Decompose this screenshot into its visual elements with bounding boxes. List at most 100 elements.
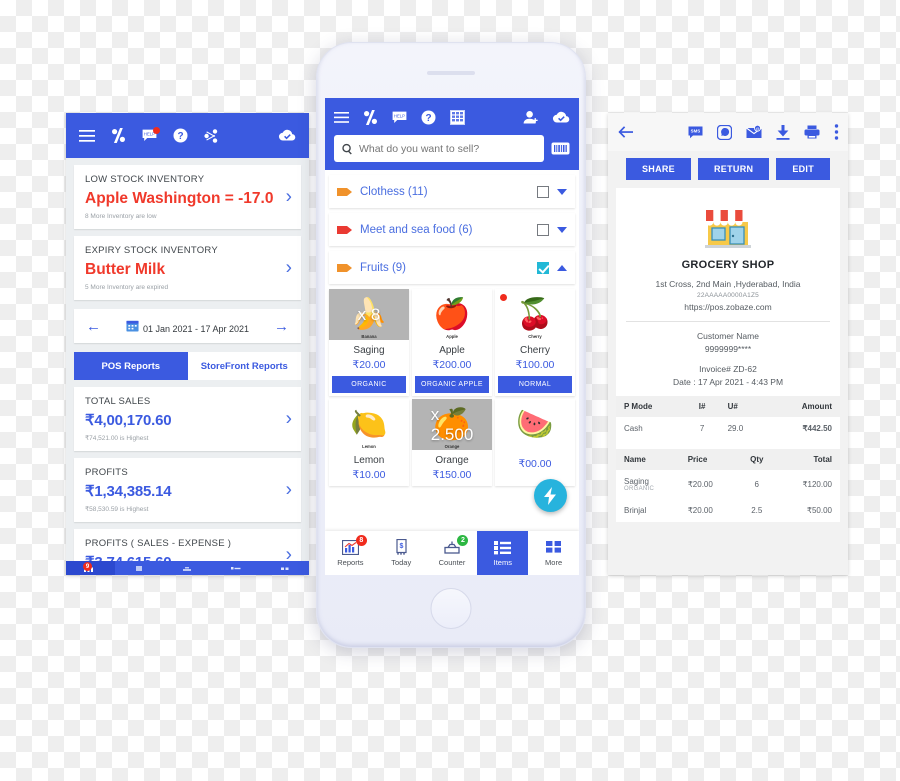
product-card[interactable]: 🍎 Apple Apple ₹200.00 ORGANIC APPLE	[412, 289, 492, 396]
center-phone-device: HELP ? What do you want to sell? Clothes…	[316, 42, 586, 648]
whatsapp-icon[interactable]	[717, 124, 732, 140]
product-image-caption: Banana	[361, 334, 377, 339]
back-arrow-icon[interactable]	[617, 125, 634, 139]
next-period-icon[interactable]: →	[274, 318, 289, 335]
barcode-icon[interactable]	[551, 141, 570, 156]
total-sales-card[interactable]: TOTAL SALES ₹4,00,170.60 ₹74,521.00 is H…	[74, 387, 301, 451]
item-name-cell: Saging ORGANIC	[616, 470, 680, 499]
percent-icon[interactable]	[111, 128, 126, 143]
category-name: Clothess (11)	[360, 185, 428, 198]
calendar-icon	[126, 320, 139, 332]
left-nav-more[interactable]	[260, 565, 309, 572]
invoice-number: Invoice# ZD-62	[699, 364, 757, 374]
nav-item-today[interactable]: $ Today	[376, 531, 427, 575]
product-card[interactable]: 🍒 Cherry Cherry ₹100.00 NORMAL	[495, 289, 575, 396]
nav-label: Counter	[438, 557, 466, 567]
help-chat-icon[interactable]: HELP	[392, 111, 407, 124]
customer-name: Customer Name	[697, 331, 759, 341]
nav-item-reports[interactable]: Reports 8	[325, 531, 376, 575]
cloud-check-icon[interactable]	[552, 111, 570, 124]
product-variant-button[interactable]: ORGANIC APPLE	[415, 376, 489, 393]
expiry-stock-sub: 5 More Inventory are expired	[85, 284, 169, 291]
shop-gstin: 22AAAAA0000A1Z5	[697, 292, 759, 299]
category-checkbox[interactable]	[537, 185, 549, 198]
category-row-fruits[interactable]: Fruits (9)	[329, 251, 575, 284]
category-row-meat-seafood[interactable]: Meet and sea food (6)	[329, 213, 575, 246]
product-card[interactable]: 🍌 x 8 Banana Saging ₹20.00 ORGANIC	[329, 289, 409, 396]
notification-dot	[153, 127, 160, 134]
chevron-right-icon: ›	[285, 479, 292, 501]
date-range-selector[interactable]: ← 01 Jan 2021 - 17 Apr 2021 →	[74, 309, 301, 343]
table-header-row: Name Price Qty Total	[616, 449, 840, 470]
category-checkbox[interactable]	[537, 223, 549, 236]
cloud-check-icon[interactable]	[278, 129, 296, 142]
product-card[interactable]: 🍉 ₹00.00	[495, 399, 575, 486]
left-nav-today[interactable]	[115, 565, 164, 572]
tag-icon	[337, 225, 352, 234]
product-image: 🍒 Cherry	[495, 289, 575, 340]
product-variant-button[interactable]: NORMAL	[498, 376, 572, 393]
table-header-row: P Mode I# U# Amount	[616, 396, 840, 417]
product-card[interactable]: 🍊 x 2.500 Orange Orange ₹150.00	[412, 399, 492, 486]
left-nav-reports[interactable]: 9	[66, 561, 115, 575]
chevron-right-icon: ›	[285, 186, 292, 208]
chevron-down-icon[interactable]	[557, 188, 567, 195]
left-nav-items[interactable]	[212, 565, 261, 572]
nav-item-counter[interactable]: Counter 2	[427, 531, 478, 575]
profits-sales-expense-label: PROFITS ( SALES - EXPENSE )	[85, 538, 232, 549]
previous-period-icon[interactable]: ←	[86, 318, 101, 335]
tab-pos-reports[interactable]: POS Reports	[74, 352, 188, 380]
nav-item-items[interactable]: Items	[477, 531, 529, 575]
low-stock-card[interactable]: LOW STOCK INVENTORY Apple Washington = -…	[74, 165, 301, 229]
phone-home-button[interactable]	[430, 588, 472, 629]
search-box[interactable]	[334, 135, 544, 162]
quick-sale-fab[interactable]	[534, 479, 567, 512]
download-icon[interactable]	[776, 124, 790, 140]
percent-icon[interactable]	[363, 109, 378, 125]
receipt-icon	[135, 565, 142, 571]
receipt-body: GROCERY SHOP 1st Cross, 2nd Main ,Hydera…	[616, 188, 840, 522]
return-button[interactable]: RETURN	[698, 158, 770, 180]
keypad-icon[interactable]	[450, 109, 465, 125]
chevron-down-icon[interactable]	[557, 226, 567, 233]
store-icon	[616, 200, 840, 252]
overflow-menu-icon[interactable]	[834, 124, 839, 140]
left-nav-counter[interactable]	[163, 565, 212, 572]
nav-item-more[interactable]: More	[528, 531, 579, 575]
menu-icon[interactable]	[79, 129, 95, 142]
nav-label: Reports	[337, 557, 364, 567]
item-name: Brinjal	[624, 506, 647, 515]
category-row-clothess[interactable]: Clothess (11)	[329, 175, 575, 208]
sms-icon[interactable]: SMS	[688, 126, 703, 139]
table-row: Cash 7 29.0 ₹442.50	[616, 417, 840, 440]
chevron-up-icon[interactable]	[557, 264, 567, 271]
shop-address: 1st Cross, 2nd Main ,Hyderabad, India	[655, 279, 801, 289]
product-qty-overlay: x 2.500	[430, 404, 474, 444]
question-icon[interactable]: ?	[173, 128, 188, 143]
expiry-stock-value: Butter Milk	[85, 261, 166, 278]
tab-storefront-reports[interactable]: StoreFront Reports	[187, 352, 301, 380]
nav-label: More	[545, 557, 563, 567]
product-variant-button[interactable]: ORGANIC	[332, 376, 406, 393]
product-card[interactable]: 🍋 Lemon Lemon ₹10.00	[329, 399, 409, 486]
menu-icon[interactable]	[334, 111, 349, 123]
nav-label: Today	[391, 558, 412, 567]
report-tabs: POS Reports StoreFront Reports	[74, 352, 301, 380]
search-input[interactable]	[358, 142, 536, 155]
expiry-stock-card[interactable]: EXPIRY STOCK INVENTORY Butter Milk 5 Mor…	[74, 236, 301, 300]
category-name: Meet and sea food (6)	[360, 223, 473, 236]
print-icon[interactable]	[804, 125, 820, 139]
svg-text:@: @	[755, 126, 759, 131]
email-icon[interactable]: @	[746, 125, 762, 139]
category-checkbox[interactable]	[537, 261, 549, 274]
center-phone-screen: HELP ? What do you want to sell? Clothes…	[325, 98, 579, 575]
share-button[interactable]: SHARE	[625, 158, 691, 180]
th-p-mode: P Mode	[616, 396, 685, 417]
product-image-caption: Apple	[446, 334, 458, 339]
add-user-icon[interactable]	[523, 110, 538, 125]
profits-card[interactable]: PROFITS ₹1,34,385.14 ₹58,530.59 is Highe…	[74, 458, 301, 522]
edit-button[interactable]: EDIT	[776, 158, 831, 180]
question-icon[interactable]: ?	[421, 110, 436, 125]
share-icon[interactable]	[204, 128, 218, 143]
help-chat-icon[interactable]: HELP	[142, 127, 160, 142]
